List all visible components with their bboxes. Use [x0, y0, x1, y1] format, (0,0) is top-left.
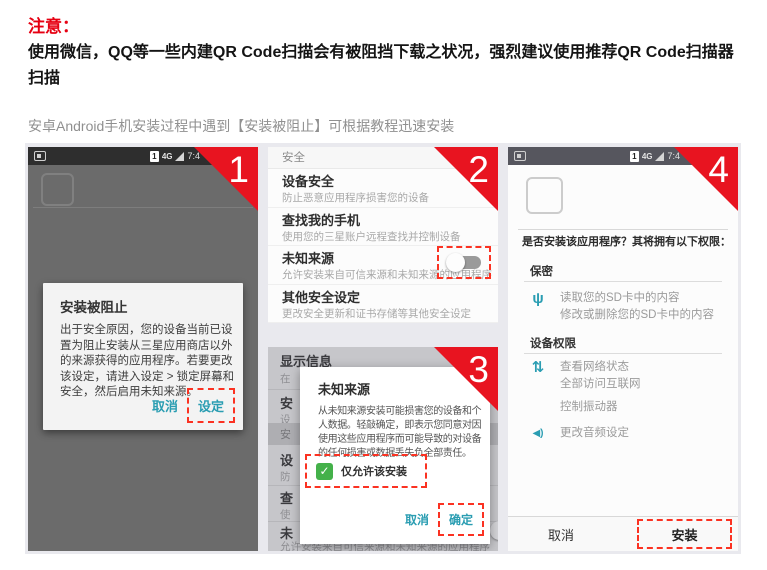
network-type-indicator: 4G [162, 152, 173, 161]
phone-screenshot-4: 1 4G 7:4 是否安装该应用程序？其将拥有以下权限： 保密 ψ 读取您的SD… [508, 147, 738, 551]
step-number: 4 [708, 147, 729, 193]
checkbox-label: 仅允许该安装 [341, 463, 407, 479]
bg-section-label: 安 [280, 426, 291, 442]
divider [518, 229, 728, 230]
permission-line: 查看网络状态 [560, 361, 629, 373]
item-subtitle: 更改安全更新和证书存储等其他安全设定 [282, 307, 484, 322]
app-icon-placeholder [526, 177, 563, 214]
step-number: 2 [468, 147, 489, 193]
install-button[interactable]: 安装 [639, 525, 730, 544]
usb-icon: ψ [530, 290, 546, 324]
item-title: 查找我的手机 [282, 212, 484, 230]
notification-badge: 1 [150, 151, 159, 162]
cancel-button[interactable]: 取消 [143, 390, 187, 421]
bg-row-title: 安 [280, 396, 293, 411]
phone-screenshot-2: 安全 设备安全 防止恶意应用程序损害您的设备 查找我的手机 使用您的三星账户远程… [268, 147, 498, 323]
section-heading-device: 设备权限 [530, 335, 576, 351]
step-number: 1 [228, 147, 249, 193]
vibration-icon [530, 399, 546, 416]
signal-strength-icon [655, 152, 664, 161]
bg-row-title: 设 [280, 453, 293, 468]
step-number: 3 [468, 347, 489, 393]
install-question-title: 是否安装该应用程序？其将拥有以下权限： [522, 233, 731, 249]
bottom-action-bar: 取消 安装 [508, 516, 738, 551]
cancel-button[interactable]: 取消 [548, 517, 574, 551]
checkbox-highlight: ✓ 仅允许该安装 [305, 454, 427, 488]
notification-badge: 1 [630, 151, 639, 162]
network-type-indicator: 4G [642, 152, 653, 161]
bg-row-subtitle: 在 [280, 373, 291, 385]
dialog-body: 从未知来源安装可能损害您的设备和个人数据。轻敲确定，即表示您同意对因使用这些应用… [318, 405, 482, 461]
section-heading-privacy: 保密 [530, 263, 553, 279]
bg-row-subtitle: 防 [280, 471, 291, 483]
dialog-title: 安装被阻止 [60, 296, 128, 316]
notice-label: 注意： [28, 12, 79, 37]
install-blocked-dialog: 安装被阻止 出于安全原因，您的设备当前已设置为阻止安装从三星应用商店以外的来源获… [43, 283, 243, 430]
settings-item-find-my-phone[interactable]: 查找我的手机 使用您的三星账户远程查找并控制设备 [268, 208, 498, 247]
item-title: 其他安全设定 [282, 289, 484, 307]
speaker-icon: ◀) [530, 425, 546, 442]
permission-line: 控制振动器 [560, 401, 618, 413]
unknown-sources-toggle[interactable] [446, 254, 482, 271]
permission-line: 修改或删除您的SD卡中的内容 [560, 309, 714, 321]
phone-screenshot-1: 1 4G 7:4 安装被阻止 出于安全原因，您的设备当前已设置为阻止安装从三星应… [28, 147, 258, 551]
divider [524, 281, 722, 282]
updown-arrows-icon: ⇅ [530, 359, 546, 393]
signal-strength-icon [175, 152, 184, 161]
install-button-highlight: 安装 [637, 519, 732, 549]
settings-button[interactable]: 设定 [187, 388, 235, 423]
permission-item: ◀) 更改音频设定 [530, 425, 629, 442]
settings-item-other-security[interactable]: 其他安全设定 更改安全更新和证书存储等其他安全设定 [268, 285, 498, 324]
cancel-button[interactable]: 取消 [396, 505, 438, 534]
app-icon-placeholder [41, 173, 74, 206]
item-subtitle: 使用您的三星账户远程查找并控制设备 [282, 230, 484, 245]
phone-screenshot-3: 显示信息 在 安 设 安 设 防 查 使 未 允许安装来自可信来源和未知来源的应… [268, 347, 498, 551]
bg-row-subtitle: 使 [280, 509, 291, 521]
allow-once-checkbox[interactable]: ✓ [316, 463, 333, 480]
permission-item: ψ 读取您的SD卡中的内容 修改或删除您的SD卡中的内容 [530, 290, 714, 324]
screenshot-icon [514, 151, 526, 161]
permission-line: 读取您的SD卡中的内容 [560, 292, 679, 304]
permission-item: ⇅ 查看网络状态 全部访问互联网 [530, 359, 641, 393]
permission-line: 全部访问互联网 [560, 378, 641, 390]
permission-line: 更改音频设定 [560, 427, 629, 439]
permission-item: 控制振动器 [530, 399, 618, 416]
divider [524, 353, 722, 354]
bg-row-title: 查 [280, 491, 293, 506]
confirm-button[interactable]: 确定 [438, 503, 484, 536]
warning-text: 使用微信，QQ等一些内建QR Code扫描会有被阻挡下载之状况，强烈建议使用推荐… [28, 40, 734, 92]
screenshot-icon [34, 151, 46, 161]
instruction-text: 安卓Android手机安装过程中遇到【安装被阻止】可根据教程迅速安装 [28, 116, 454, 136]
unknown-sources-toggle-highlight [437, 246, 491, 279]
dialog-title: 未知来源 [318, 379, 370, 398]
